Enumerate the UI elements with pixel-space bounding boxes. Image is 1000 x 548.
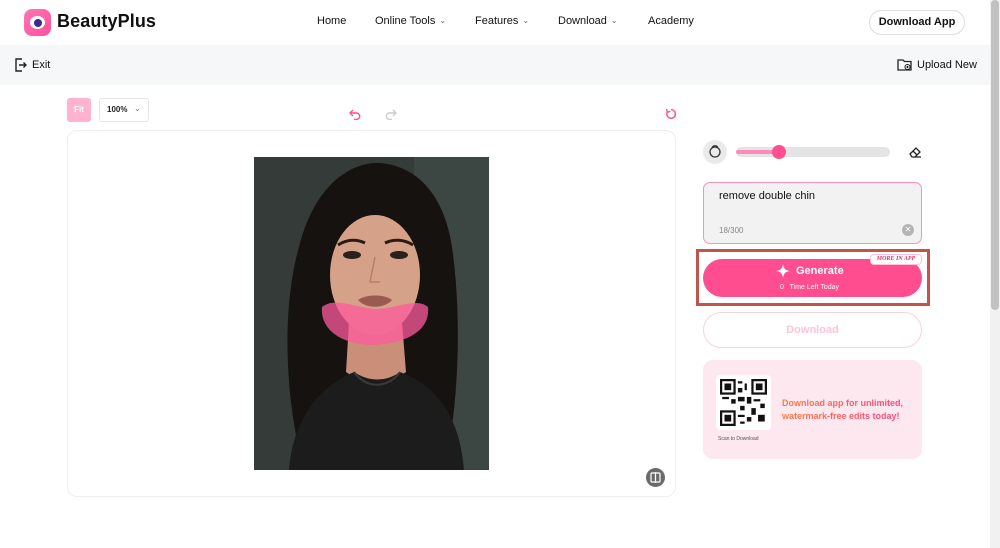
zoom-select[interactable]: 100% bbox=[99, 98, 149, 122]
brush-size-toggle[interactable] bbox=[703, 140, 727, 164]
generate-quota-text: 0 Time Left Today bbox=[780, 284, 840, 291]
nav-academy[interactable]: Academy bbox=[648, 15, 694, 27]
chevron-down-icon: ⌄ bbox=[610, 16, 618, 25]
fit-button[interactable]: Fit bbox=[67, 98, 91, 122]
split-view-icon bbox=[650, 472, 661, 483]
generate-label[interactable]: Generate bbox=[796, 265, 844, 277]
uploaded-photo[interactable] bbox=[254, 157, 489, 470]
nav-download[interactable]: Download ⌄ bbox=[558, 15, 618, 27]
sparkle-icon bbox=[776, 264, 790, 278]
download-button[interactable]: Download bbox=[703, 312, 922, 348]
prompt-text[interactable]: remove double chin bbox=[719, 190, 815, 202]
brush-size-handle[interactable] bbox=[772, 145, 787, 159]
reset-icon[interactable] bbox=[665, 108, 677, 120]
compare-icon[interactable] bbox=[646, 468, 665, 487]
nav-features[interactable]: Features ⌄ bbox=[475, 15, 529, 27]
prompt-char-count: 18/300 bbox=[719, 226, 744, 235]
exit-button[interactable]: Exit bbox=[32, 59, 50, 71]
nav-online-tools[interactable]: Online Tools ⌄ bbox=[375, 15, 446, 27]
eraser-icon[interactable] bbox=[908, 145, 922, 159]
upload-folder-icon[interactable] bbox=[897, 57, 912, 72]
chevron-down-icon: ⌄ bbox=[134, 104, 141, 113]
scan-to-download-label: Scan to Download bbox=[718, 436, 759, 442]
portrait-image bbox=[254, 157, 489, 470]
upload-new-button[interactable]: Upload New bbox=[917, 59, 977, 71]
nav-home[interactable]: Home bbox=[317, 15, 346, 27]
chevron-down-icon: ⌄ bbox=[522, 16, 530, 25]
redo-icon[interactable] bbox=[385, 108, 397, 120]
scrollbar-thumb[interactable] bbox=[991, 0, 999, 310]
brand-name[interactable]: BeautyPlus bbox=[57, 11, 156, 32]
chevron-down-icon: ⌄ bbox=[439, 16, 447, 25]
download-app-button[interactable]: Download App bbox=[869, 10, 965, 35]
promo-text: Download app for unlimited, watermark-fr… bbox=[782, 397, 917, 423]
beautyplus-logo-icon[interactable] bbox=[24, 9, 51, 36]
qr-code-icon bbox=[720, 379, 767, 426]
exit-icon[interactable] bbox=[14, 58, 27, 72]
brush-icon bbox=[709, 145, 721, 158]
undo-icon[interactable] bbox=[349, 108, 361, 120]
clear-icon[interactable]: ✕ bbox=[902, 224, 914, 236]
editor-toolbar bbox=[0, 45, 990, 85]
more-in-app-badge: MORE IN APP bbox=[870, 254, 922, 265]
